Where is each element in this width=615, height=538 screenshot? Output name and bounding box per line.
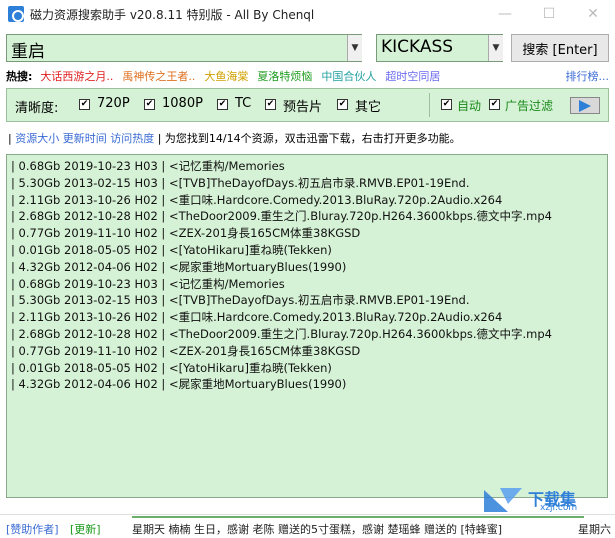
minimize-icon[interactable]: — [483,0,527,28]
result-count-text: | 为您找到14/14个资源，双击迅雷下载，右击打开更多功能。 [157,132,461,145]
checkbox-tc[interactable]: ✔ [217,99,228,110]
list-item[interactable]: | 4.32Gb 2012-04-06 H02 | <屍家重地MortuaryB… [11,259,603,276]
hotword-item[interactable]: 超时空同居 [385,68,440,84]
list-item[interactable]: | 2.11Gb 2013-10-26 H02 | <重口味.Hardcore.… [11,309,603,326]
search-input[interactable]: 重启 [6,34,362,62]
hotwords-bar: 热搜: 大话西游之月.. 禹神传之王者.. 大鱼海棠 夏洛特烦恼 中国合伙人 超… [6,68,609,84]
search-row: 重启 ▼ KICKASS ▼ 搜索 [Enter] [6,34,609,64]
hotword-item[interactable]: 大鱼海棠 [204,68,248,84]
checkbox-1080p[interactable]: ✔ [144,99,155,110]
engine-select[interactable]: KICKASS [376,34,503,62]
results-list[interactable]: | 0.68Gb 2019-10-23 H03 | <记忆重构/Memories… [6,154,608,498]
list-item[interactable]: | 0.77Gb 2019-11-10 H02 | <ZEX-201身長165C… [11,343,603,360]
hotword-item[interactable]: 夏洛特烦恼 [257,68,312,84]
ranking-link[interactable]: 排行榜... [566,68,610,84]
resolution-label: 清晰度: [15,101,59,116]
app-magnet-icon [8,6,24,22]
title-bar: 磁力资源搜索助手 v20.8.11 特别版 - All By Chenql — … [0,0,615,28]
play-button[interactable] [570,97,600,114]
window-controls: — ☐ ✕ [483,0,615,28]
update-link[interactable]: [更新] [70,521,101,537]
search-button[interactable]: 搜索 [Enter] [511,34,609,62]
maximize-icon[interactable]: ☐ [527,0,571,28]
checkbox-720p-label: 720P [97,96,130,111]
status-marquee-text: 星期天 楠楠 生日，感谢 老陈 赠送的5寸蛋糕，感谢 楚瑶蜂 赠送的 [特蜂蜜] [132,523,503,536]
checkbox-trailer-label: 预告片 [283,100,323,115]
filter-bar: 清晰度: ✔ 720P ✔ 1080P ✔ TC ✔ 预告片 ✔ 其它 ✔ 自动… [6,88,609,122]
list-item[interactable]: | 5.30Gb 2013-02-15 H03 | <[TVB]TheDayof… [11,175,603,192]
list-item[interactable]: | 0.77Gb 2019-11-10 H02 | <ZEX-201身長165C… [11,225,603,242]
filter-divider [429,93,430,117]
hotwords-label: 热搜: [6,70,33,83]
checkbox-ad-filter-label: 广告过滤 [505,99,554,113]
list-item[interactable]: | 5.30Gb 2013-02-15 H03 | <[TVB]TheDayof… [11,292,603,309]
list-item[interactable]: | 0.68Gb 2019-10-23 H03 | <记忆重构/Memories [11,158,603,175]
checkbox-720p[interactable]: ✔ [79,99,90,110]
checkbox-auto[interactable]: ✔ [441,99,452,110]
sort-by-time-link[interactable]: 更新时间 [63,132,107,145]
weekday-text: 星期六 [578,523,611,536]
checkbox-1080p-label: 1080P [162,96,203,111]
hotword-item[interactable]: 大话西游之月.. [40,68,113,84]
hotword-item[interactable]: 禹神传之王者.. [122,68,195,84]
sponsor-link[interactable]: [赞助作者] [6,521,59,537]
checkbox-other-label: 其它 [355,100,382,115]
sort-by-hits-link[interactable]: 访问热度 [110,132,154,145]
list-item[interactable]: | 2.11Gb 2013-10-26 H02 | <重口味.Hardcore.… [11,192,603,209]
close-icon[interactable]: ✕ [571,0,615,28]
search-history-dropdown-icon[interactable]: ▼ [347,35,362,61]
window-title: 磁力资源搜索助手 v20.8.11 特别版 - All By Chenql [30,7,315,22]
list-item[interactable]: | 2.68Gb 2012-10-28 H02 | <TheDoor2009.重… [11,208,603,225]
checkbox-other[interactable]: ✔ [337,99,348,110]
checkbox-tc-label: TC [235,96,252,111]
watermark-url: xzji.com [540,503,578,513]
status-bar: [赞助作者] [更新] 星期天 楠楠 生日，感谢 老陈 赠送的5寸蛋糕，感谢 楚… [0,514,615,538]
result-info-bar: | 资源大小 更新时间 访问热度 | 为您找到14/14个资源，双击迅雷下载，右… [8,130,608,146]
list-item[interactable]: | 2.68Gb 2012-10-28 H02 | <TheDoor2009.重… [11,326,603,343]
status-progress-line [132,516,584,518]
sort-by-size-link[interactable]: 资源大小 [15,132,59,145]
list-item[interactable]: | 0.68Gb 2019-10-23 H03 | <记忆重构/Memories [11,276,603,293]
list-item[interactable]: | 0.01Gb 2018-05-05 H02 | <[YatoHikaru]重… [11,360,603,377]
play-icon [579,99,591,112]
checkbox-trailer[interactable]: ✔ [265,99,276,110]
engine-dropdown-icon[interactable]: ▼ [488,35,503,61]
checkbox-auto-label: 自动 [457,99,482,113]
list-item[interactable]: | 0.01Gb 2018-05-05 H02 | <[YatoHikaru]重… [11,242,603,259]
checkbox-ad-filter[interactable]: ✔ [489,99,500,110]
hotword-item[interactable]: 中国合伙人 [321,68,376,84]
list-item[interactable]: | 4.32Gb 2012-04-06 H02 | <屍家重地MortuaryB… [11,376,603,393]
